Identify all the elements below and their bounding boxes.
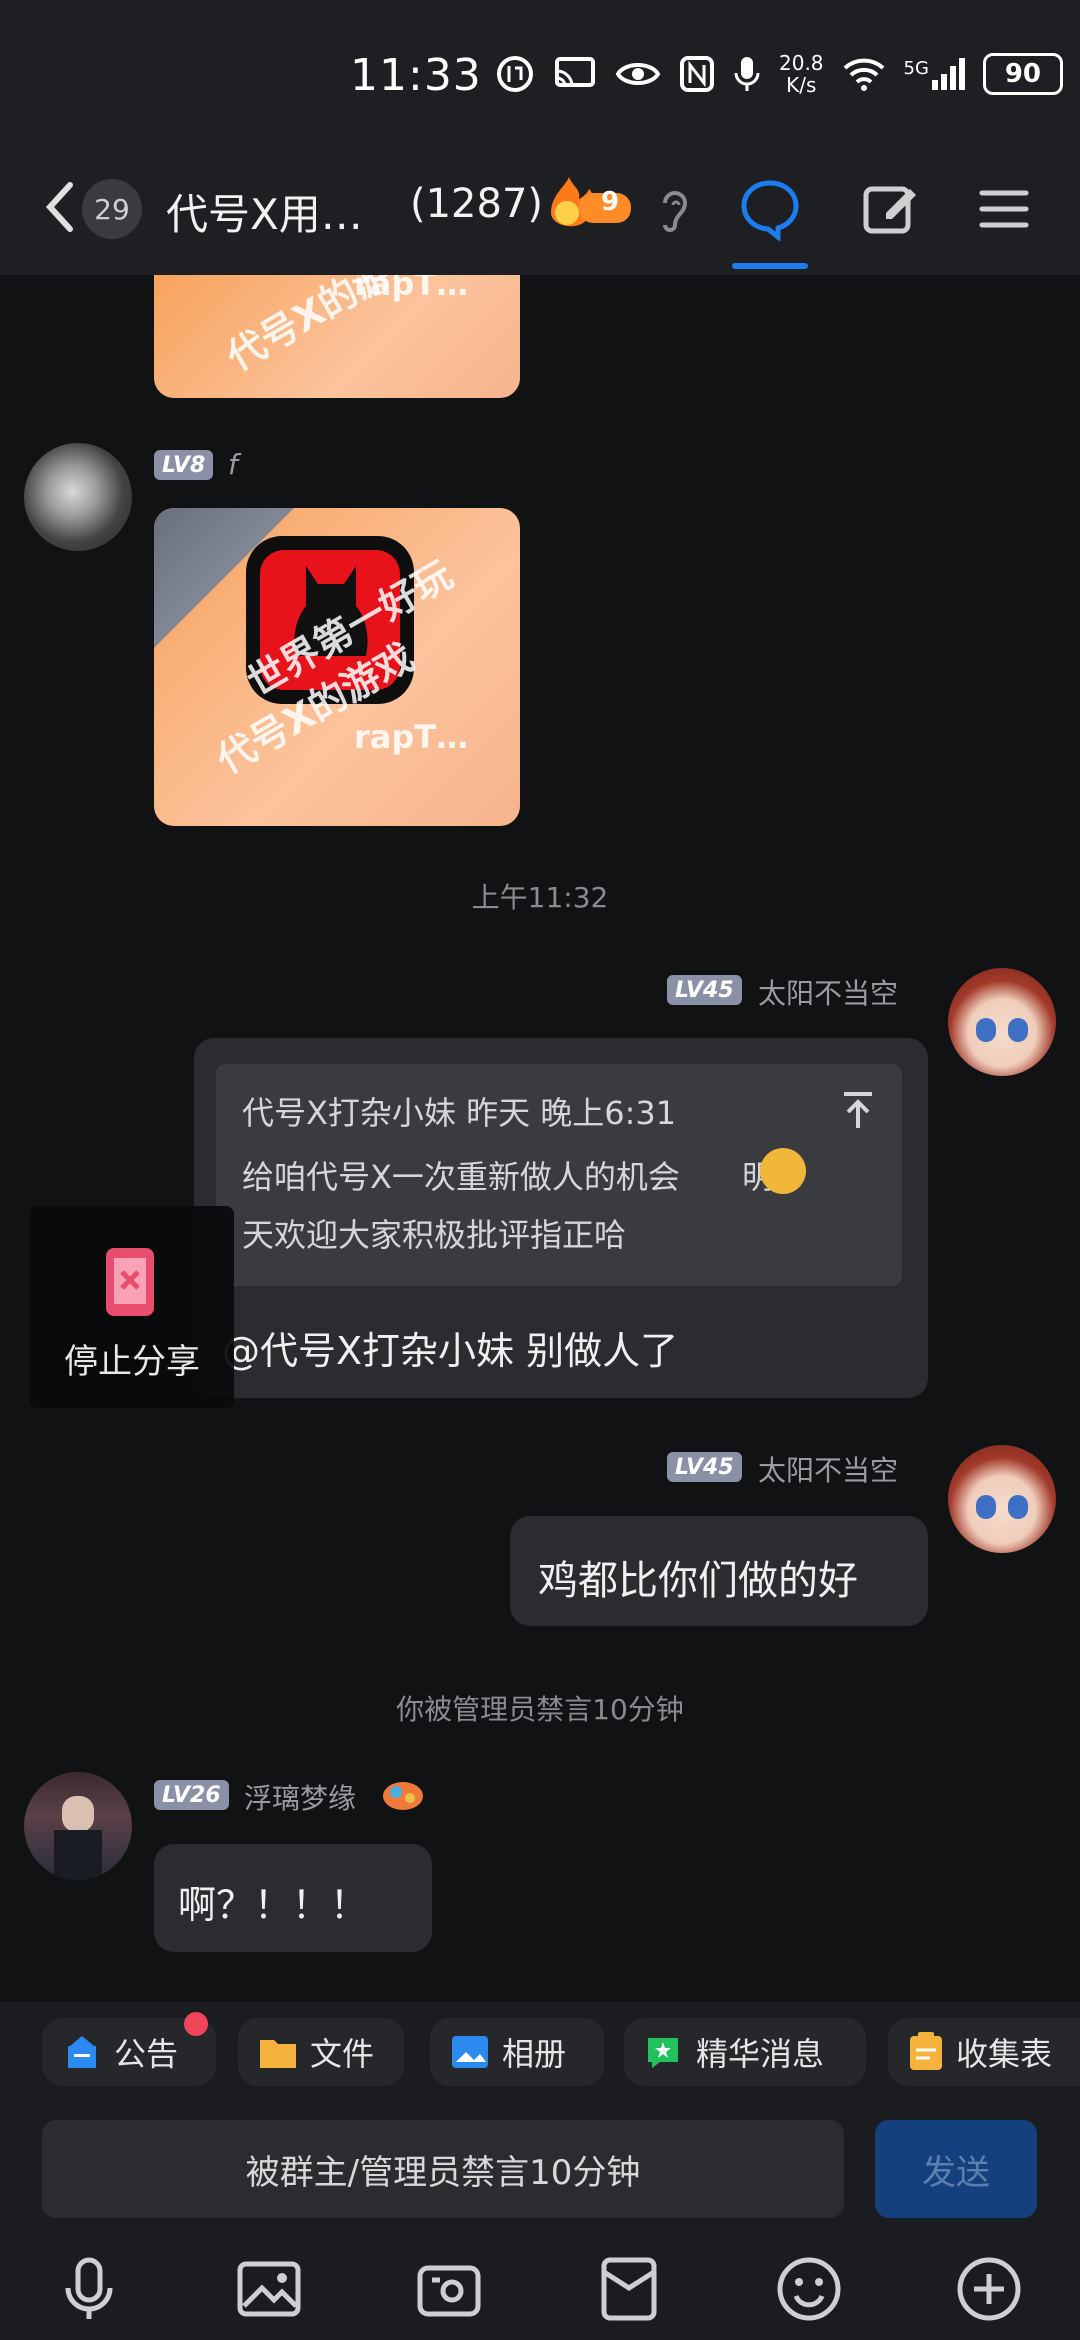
album-icon — [452, 2036, 488, 2068]
username[interactable]: f — [228, 448, 238, 481]
chat-header: 29 代号X用… (1287) 9 — [0, 155, 1080, 275]
quote-line-1: 给咱代号X一次重新做人的机会 明 — [242, 1148, 806, 1198]
reply-text: @代号X打杂小妹 别做人了 — [222, 1329, 679, 1373]
quick-chip-bar: 公告 文件 相册 精华消息 收集表 — [0, 2002, 1080, 2102]
chip-label: 公告 — [114, 2035, 179, 2073]
unread-count-badge[interactable]: 29 — [82, 179, 142, 239]
net-speed: 20.8 K/s — [779, 52, 824, 96]
avatar-user-f[interactable] — [24, 443, 132, 551]
chip-album[interactable]: 相册 — [430, 2018, 604, 2086]
sticker-image-top[interactable]: 代号X的游戏 rapT… — [154, 275, 520, 398]
phone-stop-icon — [106, 1248, 154, 1316]
avatar-sender2[interactable] — [948, 1445, 1056, 1553]
emoji-icon[interactable] — [774, 2254, 844, 2324]
camera-icon[interactable] — [414, 2254, 484, 2324]
message-bubble[interactable]: 啊？！！！ — [154, 1844, 432, 1952]
sticker-watermark-3: rapT… — [354, 718, 469, 756]
eye-icon — [615, 63, 661, 85]
avatar-sender3[interactable] — [24, 1772, 132, 1880]
signal-label: 5G — [903, 58, 929, 79]
edit-icon[interactable] — [858, 177, 922, 241]
message-bubble-reply[interactable]: 代号X打杂小妹 昨天 晚上6:31 给咱代号X一次重新做人的机会 明 天欢迎大家… — [194, 1038, 928, 1398]
level-badge: LV45 — [667, 1452, 742, 1482]
avatar-eye-left — [976, 1495, 996, 1519]
quote-header: 代号X打杂小妹 昨天 晚上6:31 — [242, 1094, 677, 1132]
system-notice: 你被管理员禁言10分钟 — [396, 1693, 684, 1726]
stop-share-label: 停止分享 — [64, 1342, 200, 1382]
username[interactable]: 浮璃梦缘 — [244, 1777, 356, 1817]
avatar-sender1[interactable] — [948, 968, 1056, 1076]
back-arrow-icon[interactable] — [36, 177, 86, 237]
avatar-eye-right — [1008, 1018, 1028, 1042]
tiger-emoji-icon — [760, 1148, 806, 1194]
level-badge: LV45 — [667, 975, 742, 1005]
active-tab-indicator — [732, 263, 808, 269]
quoted-message[interactable]: 代号X打杂小妹 昨天 晚上6:31 给咱代号X一次重新做人的机会 明 天欢迎大家… — [216, 1064, 902, 1286]
input-bar: 被群主/管理员禁言10分钟 发送 — [0, 2102, 1080, 2340]
wifi-icon — [843, 58, 884, 91]
cast-icon — [555, 57, 595, 87]
chip-label: 相册 — [502, 2035, 567, 2073]
chip-announcement[interactable]: 公告 — [42, 2012, 216, 2086]
menu-icon[interactable] — [972, 177, 1036, 241]
chip-label: 收集表 — [956, 2035, 1053, 2073]
message-input-muted[interactable]: 被群主/管理员禁言10分钟 — [42, 2120, 844, 2218]
avatar-eye-right — [1008, 1495, 1028, 1519]
essence-icon — [648, 2038, 678, 2068]
send-button[interactable]: 发送 — [875, 2120, 1037, 2218]
fire-level-badge[interactable]: 9 — [545, 173, 635, 233]
avatar-face — [62, 1796, 94, 1832]
pin-top-icon[interactable] — [840, 1090, 876, 1130]
fire-level: 9 — [601, 187, 620, 217]
status-icons: 20.8 K/s 5G 90 — [495, 52, 1063, 96]
group-title[interactable]: 代号X用… — [166, 181, 363, 242]
avatar-body — [54, 1830, 102, 1880]
sticker-watermark-tail: rapT… — [354, 275, 469, 303]
battery-level: 90 — [1004, 59, 1042, 89]
clipboard-icon — [910, 2032, 942, 2070]
status-bar: 11:33 20.8 K/s 5G 90 — [0, 0, 1080, 155]
image-icon[interactable] — [234, 2254, 304, 2324]
chat-bubble-icon[interactable] — [738, 177, 802, 241]
level-badge: LV8 — [154, 450, 214, 480]
chip-label: 精华消息 — [696, 2035, 825, 2073]
folder-icon — [260, 2040, 296, 2068]
avatar-eye-left — [976, 1018, 996, 1042]
quote-line-1-text: 给咱代号X一次重新做人的机会 — [242, 1158, 680, 1196]
net-speed-unit: K/s — [786, 73, 817, 97]
announcement-icon — [68, 2036, 96, 2068]
chip-essence[interactable]: 精华消息 — [624, 2018, 866, 2086]
username[interactable]: 太阳不当空 — [758, 1449, 898, 1489]
message-bubble[interactable]: 鸡都比你们做的好 — [510, 1516, 928, 1626]
red-packet-icon[interactable] — [594, 2254, 664, 2324]
honor-badge-icon — [383, 1782, 423, 1810]
time-divider: 上午11:32 — [471, 881, 609, 914]
message-text: 啊？！！！ — [178, 1883, 369, 1927]
ear-mode-icon[interactable] — [655, 185, 695, 235]
voice-icon[interactable] — [54, 2254, 124, 2324]
level-badge: LV26 — [154, 1780, 229, 1810]
username[interactable]: 太阳不当空 — [758, 972, 898, 1012]
nfc-icon — [680, 56, 714, 92]
chip-files[interactable]: 文件 — [238, 2018, 404, 2086]
mic-status-icon — [734, 57, 760, 91]
status-time: 11:33 — [350, 50, 482, 101]
quote-line-2: 天欢迎大家积极批评指正哈 — [242, 1216, 627, 1254]
hd-call-icon — [497, 56, 533, 92]
cell-signal-icon: 5G — [904, 58, 965, 90]
message-text: 鸡都比你们做的好 — [538, 1558, 858, 1604]
sticker-image[interactable]: 世界第一好玩 代号X的游戏 rapT… — [154, 508, 520, 826]
chip-label: 文件 — [310, 2035, 375, 2073]
member-count[interactable]: (1287) — [410, 181, 543, 227]
red-dot-badge — [184, 2012, 208, 2036]
stop-share-overlay[interactable]: 停止分享 — [30, 1206, 234, 1408]
net-speed-value: 20.8 — [779, 51, 824, 75]
fire-icon — [551, 177, 631, 227]
plus-icon[interactable] — [954, 2254, 1024, 2324]
chip-collection-form[interactable]: 收集表 — [888, 2018, 1080, 2086]
battery-indicator: 90 — [982, 53, 1063, 95]
